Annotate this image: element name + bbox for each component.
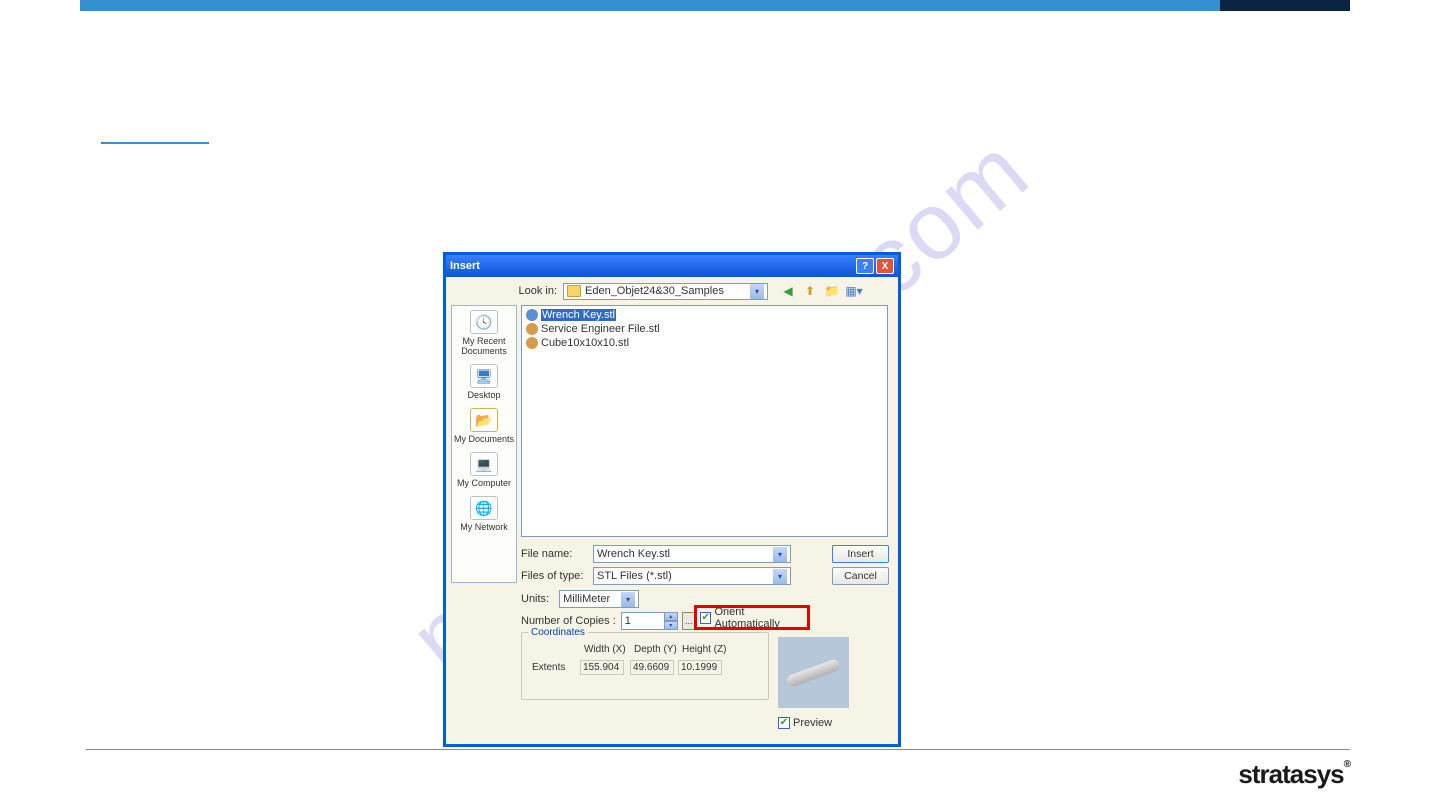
- spin-up-icon[interactable]: ▴: [664, 612, 678, 621]
- insert-dialog: Insert ? X Look in: Eden_Objet24&30_Samp…: [443, 252, 901, 747]
- copies-input[interactable]: 1: [621, 612, 665, 630]
- spin-down-icon[interactable]: ▾: [664, 621, 678, 630]
- cancel-button[interactable]: Cancel: [832, 567, 889, 585]
- stratasys-logo: stratasys®: [1238, 759, 1350, 790]
- height-value: 10.1999: [678, 660, 722, 675]
- file-item[interactable]: Service Engineer File.stl: [524, 322, 885, 336]
- computer-icon: 💻: [470, 452, 498, 476]
- preview-thumbnail: [778, 637, 849, 708]
- heading-underline: [101, 142, 209, 144]
- filename-label: File name:: [521, 548, 593, 560]
- header-bar-dark: [1220, 0, 1350, 11]
- help-button[interactable]: ?: [856, 258, 874, 274]
- look-in-value: Eden_Objet24&30_Samples: [585, 285, 724, 297]
- file-item[interactable]: Wrench Key.stl: [524, 308, 885, 322]
- header-bar: [80, 0, 1350, 11]
- chevron-down-icon[interactable]: ▾: [621, 592, 635, 607]
- file-list[interactable]: Wrench Key.stl Service Engineer File.stl…: [521, 305, 888, 537]
- footer-divider: [86, 749, 1350, 750]
- folder-icon: [567, 285, 581, 297]
- orient-auto-highlight: ✔ Orient Automatically: [694, 605, 810, 630]
- dialog-body: Look in: Eden_Objet24&30_Samples ▾ ◀ ⬆ 📁…: [446, 277, 898, 744]
- coordinates-title: Coordinates: [528, 627, 588, 638]
- close-button[interactable]: X: [876, 258, 894, 274]
- orient-auto-checkbox[interactable]: ✔: [700, 612, 711, 624]
- desktop-icon: 🖥: [470, 364, 498, 388]
- back-icon[interactable]: ◀: [780, 283, 796, 299]
- places-mycomp[interactable]: 💻 My Computer: [452, 452, 516, 488]
- view-menu-icon[interactable]: ▦▾: [846, 283, 862, 299]
- documents-icon: 📂: [470, 408, 498, 432]
- copies-label: Number of Copies :: [521, 615, 616, 627]
- places-mydocs[interactable]: 📂 My Documents: [452, 408, 516, 444]
- dialog-title: Insert: [450, 260, 480, 272]
- depth-value: 49.6609: [630, 660, 674, 675]
- file-icon: [526, 337, 538, 349]
- places-recent[interactable]: 🕓 My Recent Documents: [452, 310, 516, 356]
- network-icon: 🌐: [470, 496, 498, 520]
- insert-button[interactable]: Insert: [832, 545, 889, 563]
- extents-label: Extents: [532, 662, 565, 673]
- up-folder-icon[interactable]: ⬆: [802, 283, 818, 299]
- filetype-select[interactable]: STL Files (*.stl) ▾: [593, 567, 791, 585]
- copies-spinner[interactable]: ▴ ▾: [664, 612, 678, 630]
- filetype-label: Files of type:: [521, 570, 593, 582]
- file-icon: [526, 309, 538, 321]
- titlebar: Insert ? X: [446, 255, 898, 277]
- file-icon: [526, 323, 538, 335]
- depth-header: Depth (Y): [634, 644, 677, 655]
- look-in-select[interactable]: Eden_Objet24&30_Samples ▾: [563, 283, 768, 300]
- width-header: Width (X): [584, 644, 626, 655]
- look-in-label: Look in:: [514, 285, 557, 297]
- coordinates-group: Coordinates Width (X) Depth (Y) Height (…: [521, 632, 769, 700]
- chevron-down-icon[interactable]: ▾: [773, 547, 787, 562]
- places-mynet[interactable]: 🌐 My Network: [452, 496, 516, 532]
- chevron-down-icon[interactable]: ▾: [750, 284, 764, 299]
- places-desktop[interactable]: 🖥 Desktop: [452, 364, 516, 400]
- wrench-icon: [786, 657, 842, 687]
- units-select[interactable]: MilliMeter ▾: [559, 590, 639, 608]
- width-value: 155.904: [580, 660, 624, 675]
- units-label: Units:: [521, 593, 549, 605]
- places-bar: 🕓 My Recent Documents 🖥 Desktop 📂 My Doc…: [451, 305, 517, 583]
- recent-icon: 🕓: [470, 310, 498, 334]
- height-header: Height (Z): [682, 644, 726, 655]
- preview-checkbox[interactable]: ✔: [778, 717, 790, 729]
- filename-input[interactable]: Wrench Key.stl ▾: [593, 545, 791, 563]
- chevron-down-icon[interactable]: ▾: [773, 569, 787, 584]
- new-folder-icon[interactable]: 📁: [824, 283, 840, 299]
- file-item[interactable]: Cube10x10x10.stl: [524, 336, 885, 350]
- orient-auto-label: Orient Automatically: [714, 606, 807, 630]
- preview-label: Preview: [793, 717, 832, 729]
